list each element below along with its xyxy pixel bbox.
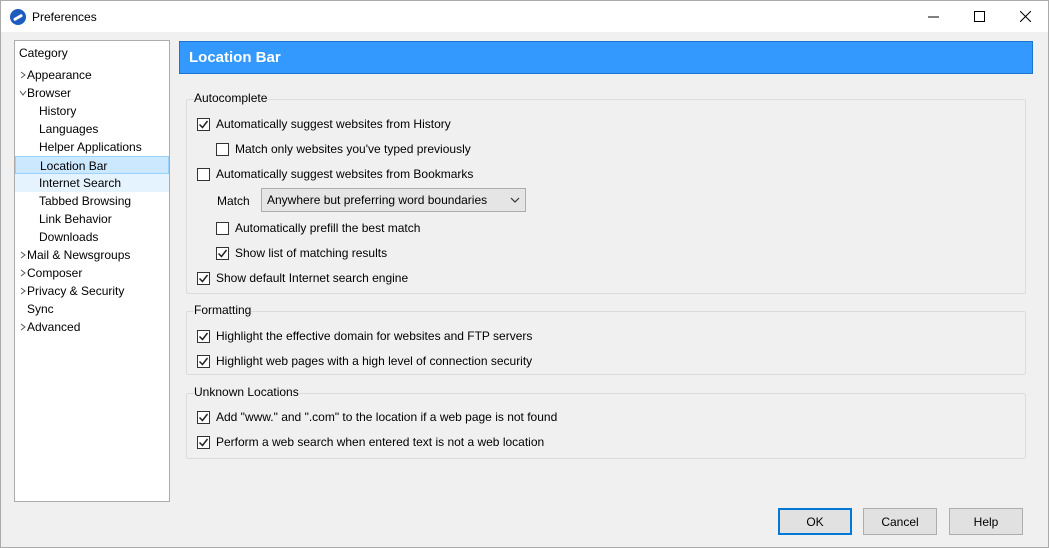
sidebar-item-advanced[interactable]: Advanced xyxy=(15,318,169,336)
cancel-button[interactable]: Cancel xyxy=(863,508,937,535)
window-title: Preferences xyxy=(32,9,97,24)
prefill-checkbox[interactable]: Automatically prefill the best match xyxy=(216,219,420,237)
title-bar[interactable]: Preferences xyxy=(1,1,1048,32)
sidebar-item-languages[interactable]: Languages xyxy=(15,120,169,138)
match-dropdown-value: Anywhere but preferring word boundaries xyxy=(267,193,488,207)
sidebar-item-label: Browser xyxy=(27,86,72,100)
maximize-button[interactable] xyxy=(956,1,1002,32)
checkmark-icon xyxy=(198,274,209,283)
checkbox-label: Highlight web pages with a high level of… xyxy=(216,354,533,368)
sidebar-item-helper-applications[interactable]: Helper Applications xyxy=(15,138,169,156)
sidebar-item-label: Mail & Newsgroups xyxy=(27,248,131,262)
minimize-icon xyxy=(927,16,939,18)
match-label: Match xyxy=(217,194,250,208)
sidebar-item-appearance[interactable]: Appearance xyxy=(15,66,169,84)
checkbox-label: Show list of matching results xyxy=(235,246,388,260)
checkbox-box[interactable] xyxy=(197,354,210,368)
sidebar-item-privacy-security[interactable]: Privacy & Security xyxy=(15,282,169,300)
checkbox-box[interactable] xyxy=(197,329,210,343)
checkmark-icon xyxy=(198,120,209,129)
sidebar-item-label: Languages xyxy=(39,122,99,136)
checkbox-box[interactable] xyxy=(197,167,210,181)
checkmark-icon xyxy=(198,357,209,366)
window-controls xyxy=(910,1,1048,32)
maximize-icon xyxy=(973,11,985,22)
sidebar-item-link-behavior[interactable]: Link Behavior xyxy=(15,210,169,228)
unknown-locations-group: Unknown Locations Add "www." and ".com" … xyxy=(186,385,1026,459)
checkbox-box[interactable] xyxy=(216,221,229,235)
help-button[interactable]: Help xyxy=(949,508,1023,535)
match-typed-checkbox[interactable]: Match only websites you've typed previou… xyxy=(216,140,471,158)
sidebar-item-label: Privacy & Security xyxy=(27,284,125,298)
checkmark-icon xyxy=(217,249,228,258)
sidebar-item-label: Appearance xyxy=(27,68,92,82)
unknown-locations-group-title: Unknown Locations xyxy=(194,385,299,399)
sidebar-item-label: History xyxy=(39,104,77,118)
formatting-group: Formatting Highlight the effective domai… xyxy=(186,303,1026,375)
checkmark-icon xyxy=(198,332,209,341)
checkbox-label: Automatically suggest websites from Book… xyxy=(216,167,474,181)
seamonkey-app-icon xyxy=(10,8,26,25)
sidebar-item-label: Tabbed Browsing xyxy=(39,194,132,208)
sidebar-item-tabbed-browsing[interactable]: Tabbed Browsing xyxy=(15,192,169,210)
match-dropdown[interactable]: Anywhere but preferring word boundaries xyxy=(261,188,526,212)
autocomplete-group: Autocomplete Automatically suggest websi… xyxy=(186,91,1026,294)
category-tree[interactable]: Category Appearance Browser History Languag… xyxy=(14,40,170,502)
checkmark-icon xyxy=(198,438,209,447)
sidebar-item-location-bar[interactable]: Location Bar xyxy=(15,156,169,174)
web-search-checkbox[interactable]: Perform a web search when entered text i… xyxy=(197,433,544,451)
sidebar-item-label: Internet Search xyxy=(39,176,122,190)
chevron-down-icon xyxy=(510,197,520,203)
checkbox-label: Match only websites you've typed previou… xyxy=(235,142,471,156)
checkbox-label: Automatically prefill the best match xyxy=(235,221,421,235)
checkbox-box[interactable] xyxy=(197,271,210,285)
checkbox-label: Perform a web search when entered text i… xyxy=(216,435,545,449)
formatting-group-title: Formatting xyxy=(194,303,252,317)
sidebar-item-label: Helper Applications xyxy=(39,140,142,154)
ok-button[interactable]: OK xyxy=(778,508,852,535)
preferences-content: Location Bar Autocomplete Automatically … xyxy=(179,41,1033,501)
close-icon xyxy=(1019,11,1031,22)
minimize-button[interactable] xyxy=(910,1,956,32)
sidebar-item-label: Location Bar xyxy=(40,159,108,173)
sidebar-item-label: Downloads xyxy=(39,230,99,244)
checkbox-box[interactable] xyxy=(197,117,210,131)
checkbox-label: Highlight the effective domain for websi… xyxy=(216,329,533,343)
highlight-secure-checkbox[interactable]: Highlight web pages with a high level of… xyxy=(197,352,532,370)
sidebar-item-label: Advanced xyxy=(27,320,81,334)
autocomplete-group-title: Autocomplete xyxy=(194,91,268,105)
show-engine-checkbox[interactable]: Show default Internet search engine xyxy=(197,269,408,287)
show-list-checkbox[interactable]: Show list of matching results xyxy=(216,244,387,262)
checkbox-box[interactable] xyxy=(197,410,210,424)
checkbox-box[interactable] xyxy=(216,142,229,156)
category-tree-items: Appearance Browser History Languages Helper … xyxy=(15,66,169,336)
checkmark-icon xyxy=(198,413,209,422)
checkbox-box[interactable] xyxy=(197,435,210,449)
suggest-history-checkbox[interactable]: Automatically suggest websites from Hist… xyxy=(197,115,451,133)
sidebar-item-label: Sync xyxy=(27,302,54,316)
sidebar-item-label: Composer xyxy=(27,266,83,280)
sidebar-item-history[interactable]: History xyxy=(15,102,169,120)
add-www-checkbox[interactable]: Add "www." and ".com" to the location if… xyxy=(197,408,557,426)
sidebar-item-downloads[interactable]: Downloads xyxy=(15,228,169,246)
highlight-domain-checkbox[interactable]: Highlight the effective domain for websi… xyxy=(197,327,532,345)
checkbox-label: Automatically suggest websites from Hist… xyxy=(216,117,451,131)
sidebar-item-browser[interactable]: Browser xyxy=(15,84,169,102)
preferences-window: Preferences Category Appearance Browser Hi… xyxy=(0,0,1049,548)
suggest-bookmarks-checkbox[interactable]: Automatically suggest websites from Book… xyxy=(197,165,473,183)
checkbox-label: Show default Internet search engine xyxy=(216,271,409,285)
page-title: Location Bar xyxy=(179,41,1033,74)
sidebar-item-internet-search[interactable]: Internet Search xyxy=(15,174,169,192)
category-header: Category xyxy=(19,46,68,60)
sidebar-item-composer[interactable]: Composer xyxy=(15,264,169,282)
checkbox-label: Add "www." and ".com" to the location if… xyxy=(216,410,558,424)
sidebar-item-label: Link Behavior xyxy=(39,212,112,226)
sidebar-item-sync[interactable]: Sync xyxy=(15,300,169,318)
sidebar-item-mail-newsgroups[interactable]: Mail & Newsgroups xyxy=(15,246,169,264)
close-button[interactable] xyxy=(1002,1,1048,32)
checkbox-box[interactable] xyxy=(216,246,229,260)
